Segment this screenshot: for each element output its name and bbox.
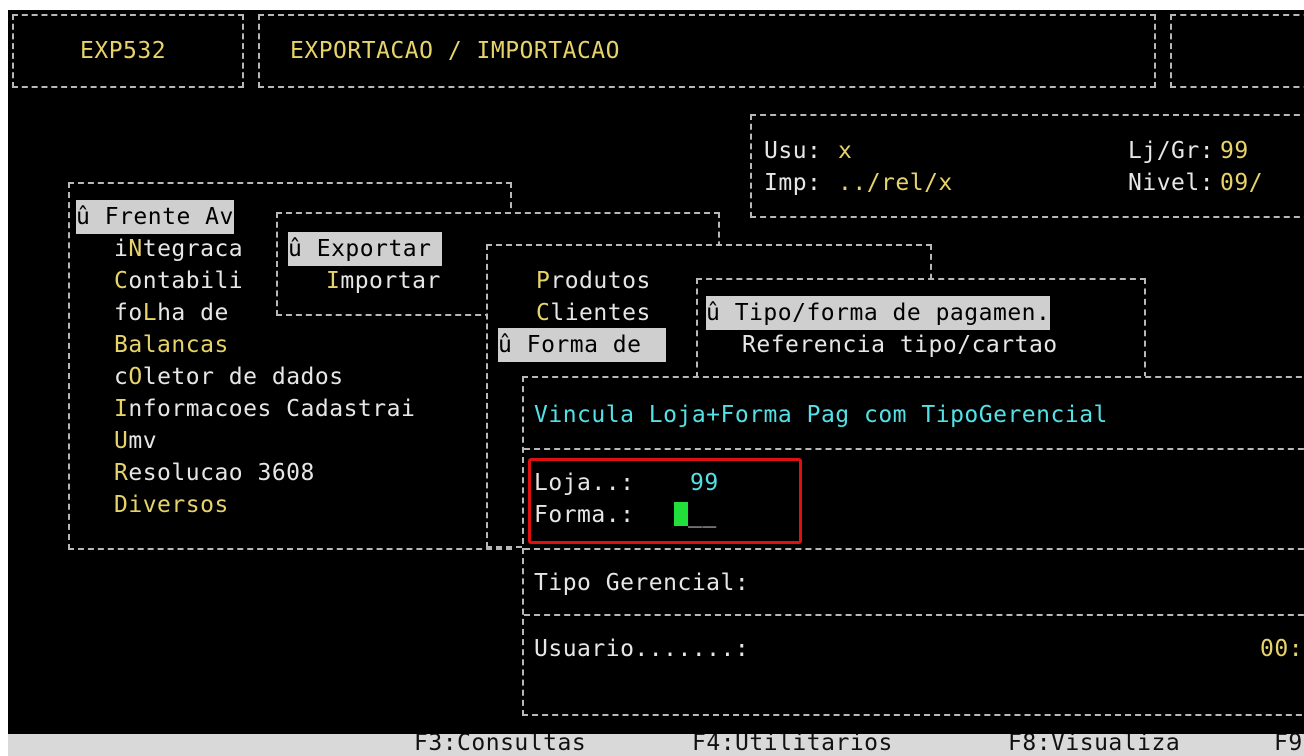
f8-key[interactable]: F8:Visualiza bbox=[1008, 734, 1180, 756]
dialog-user-value: 00: bbox=[1260, 636, 1304, 662]
dialog-divider bbox=[524, 448, 1304, 450]
submenu-item-exportar[interactable]: û Exportar bbox=[288, 232, 442, 266]
link-dialog: Vincula Loja+Forma Pag com TipoGerencial… bbox=[522, 376, 1304, 716]
f9-key[interactable]: F9 bbox=[1274, 734, 1303, 756]
main-menu-item-label: Frente Av bbox=[104, 204, 234, 230]
main-menu-item-balancas[interactable]: Balancas bbox=[114, 328, 229, 362]
f3-key[interactable]: F3:Consultas bbox=[414, 734, 586, 756]
submenu-item-clientes[interactable]: Clientes bbox=[536, 296, 651, 330]
function-key-bar: F3:Consultas F4:Utilitarios F8:Visualiza… bbox=[8, 734, 1304, 756]
header-right-box bbox=[1170, 14, 1304, 88]
program-code-box: EXP532 bbox=[12, 14, 244, 88]
program-title: EXPORTACAO / IMPORTACAO bbox=[290, 38, 620, 64]
main-menu-item-diversos[interactable]: Diversos bbox=[114, 488, 229, 522]
selection-marker: û bbox=[288, 236, 303, 262]
main-menu-item-resolucao[interactable]: Resolucao 3608 bbox=[114, 456, 315, 490]
submenu-item-produtos[interactable]: Produtos bbox=[536, 264, 651, 298]
submenu-item-forma-de[interactable]: û Forma de bbox=[498, 328, 666, 362]
printer-label: Imp: bbox=[764, 170, 822, 196]
printer-value: ../rel/x bbox=[838, 170, 953, 196]
selection-marker: û bbox=[498, 332, 513, 358]
user-label: Usu: bbox=[764, 138, 822, 164]
highlight-annotation bbox=[528, 458, 802, 544]
dialog-divider bbox=[524, 548, 1304, 550]
level-value: 09/ bbox=[1220, 170, 1264, 196]
type-label: Tipo Gerencial: bbox=[534, 570, 750, 596]
main-menu-item-frente[interactable]: û Frente Av bbox=[76, 200, 234, 234]
session-info-box: Usu: x Imp: ../rel/x Lj/Gr: 99 Nivel: 09… bbox=[750, 114, 1304, 218]
level-label: Nivel: bbox=[1128, 170, 1215, 196]
selection-marker: û bbox=[706, 300, 721, 326]
terminal-screen: EXP532 EXPORTACAO / IMPORTACAO Usu: x Im… bbox=[8, 10, 1304, 756]
dialog-user-label: Usuario.......: bbox=[534, 636, 750, 662]
main-menu-item-folha[interactable]: foLha de bbox=[114, 296, 229, 330]
main-menu-item-umv[interactable]: Umv bbox=[114, 424, 157, 458]
main-menu-item-contabilidade[interactable]: Contabili bbox=[114, 264, 243, 298]
dialog-title: Vincula Loja+Forma Pag com TipoGerencial bbox=[534, 402, 1108, 428]
submenu-item-importar[interactable]: Importar bbox=[326, 264, 441, 298]
store-group-value: 99 bbox=[1220, 138, 1249, 164]
main-menu-item-informacoes[interactable]: Informacoes Cadastrai bbox=[114, 392, 415, 426]
submenu-item-tipo-forma-pagamento[interactable]: û Tipo/forma de pagamen. bbox=[706, 296, 1051, 330]
selection-marker: û bbox=[76, 204, 91, 230]
dialog-divider bbox=[524, 614, 1304, 616]
program-title-box: EXPORTACAO / IMPORTACAO bbox=[258, 14, 1156, 88]
f4-key[interactable]: F4:Utilitarios bbox=[692, 734, 893, 756]
main-menu-item-integracao[interactable]: iNtegraca bbox=[114, 232, 243, 266]
submenu-item-referencia-tipo-cartao[interactable]: Referencia tipo/cartao bbox=[742, 328, 1058, 362]
main-menu-item-coletor[interactable]: cOletor de dados bbox=[114, 360, 344, 394]
program-code: EXP532 bbox=[80, 38, 167, 64]
store-group-label: Lj/Gr: bbox=[1128, 138, 1215, 164]
user-value: x bbox=[838, 138, 853, 164]
